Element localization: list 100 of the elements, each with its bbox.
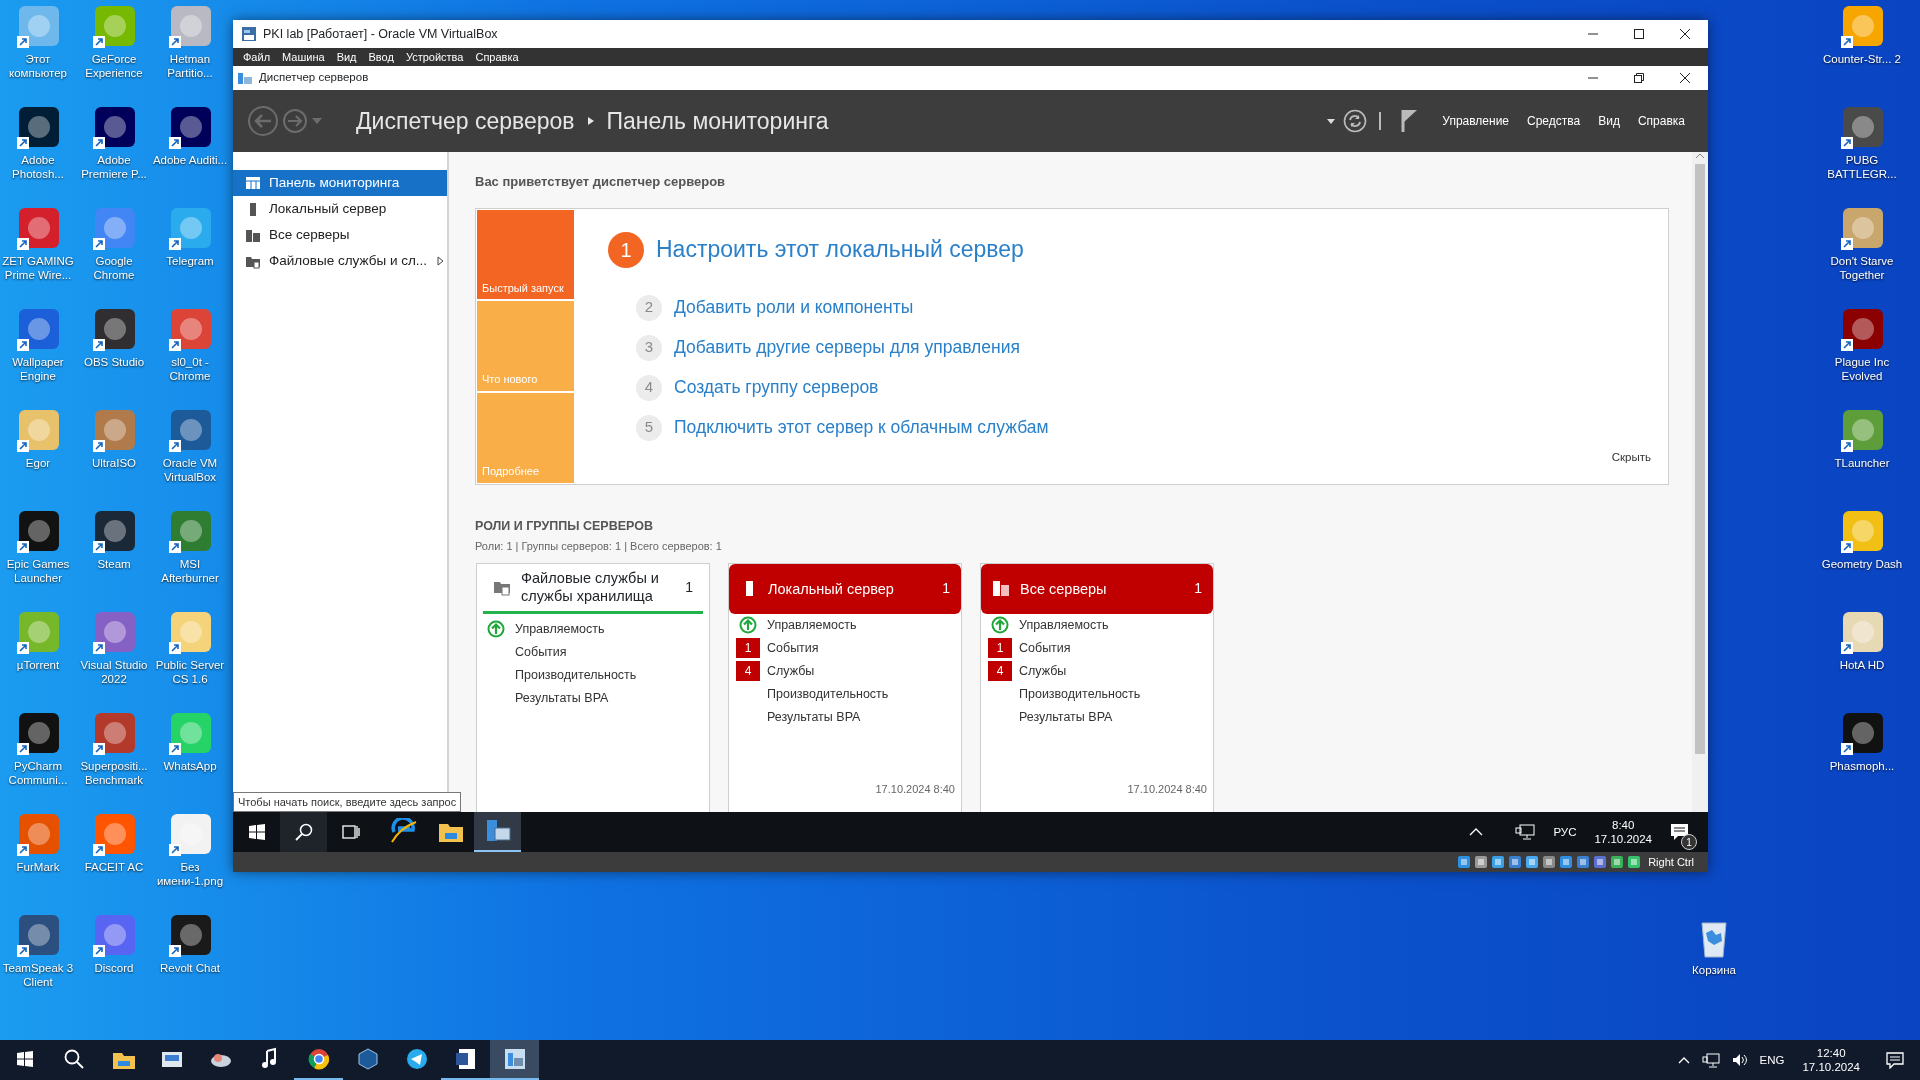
status-link[interactable]: События xyxy=(1019,638,1071,658)
menu-item[interactable]: Справка xyxy=(469,48,525,66)
status-link[interactable]: Управляемость xyxy=(515,619,605,639)
menu-item[interactable]: Вид xyxy=(1589,112,1629,130)
chevron-up-icon[interactable] xyxy=(1677,1056,1690,1064)
menu-item[interactable]: Средства xyxy=(1518,112,1590,130)
step-link[interactable]: Добавить роли и компоненты xyxy=(674,294,914,321)
menu-item[interactable]: Справка xyxy=(1628,112,1694,130)
device-status-icon[interactable] xyxy=(1474,855,1489,869)
step-link[interactable]: Настроить этот локальный сервер xyxy=(656,232,1024,267)
icon-label[interactable]: PUBG BATTLEGR... xyxy=(1814,153,1910,181)
status-link[interactable]: Службы xyxy=(767,661,815,681)
clock-date[interactable]: 17.10.2024 xyxy=(1802,1060,1860,1074)
step-link[interactable]: Создать группу серверов xyxy=(674,374,879,401)
device-status-icon[interactable] xyxy=(1525,855,1540,869)
clock-time[interactable]: 8:40 xyxy=(1594,818,1652,832)
network-icon[interactable] xyxy=(1515,824,1536,840)
step-number: 3 xyxy=(636,334,662,361)
app-icon[interactable] xyxy=(1838,4,1886,50)
app-icon[interactable] xyxy=(90,105,138,151)
language-indicator[interactable]: ENG xyxy=(1759,1053,1785,1067)
icon-label[interactable]: Geometry Dash xyxy=(1821,557,1903,571)
app-icon[interactable] xyxy=(14,105,62,151)
device-status-icon[interactable] xyxy=(1559,855,1574,869)
status-link[interactable]: Результаты BPA xyxy=(515,688,609,708)
role-card[interactable]: Все серверы 1 Управляемость 1 События 4 Службы Производительность Результаты BPA 17.10.2024 8:40 xyxy=(980,562,1214,812)
clock-time[interactable]: 12:40 xyxy=(1802,1046,1860,1060)
expand-arrow-icon[interactable] xyxy=(437,256,445,266)
status-link[interactable]: Управляемость xyxy=(767,615,857,635)
device-status-icon[interactable] xyxy=(1491,855,1506,869)
breadcrumb-item[interactable]: Диспетчер серверов xyxy=(356,103,575,139)
app-icon[interactable] xyxy=(14,913,62,959)
device-status-icon[interactable] xyxy=(1576,855,1591,869)
app-icon[interactable] xyxy=(1838,711,1886,757)
status-link[interactable]: События xyxy=(767,638,819,658)
chevron-up-icon[interactable] xyxy=(1469,828,1484,836)
sidebar-item[interactable]: Файловые службы и сл... xyxy=(233,248,447,274)
app-icon[interactable] xyxy=(1838,509,1886,555)
app-icon[interactable] xyxy=(1838,408,1886,454)
status-link[interactable]: Производительность xyxy=(515,665,637,685)
icon-label[interactable]: Don't Starve Together xyxy=(1814,254,1910,282)
count-text: 1 xyxy=(942,579,950,599)
refresh-icon[interactable] xyxy=(1343,109,1368,133)
status-link[interactable]: Производительность xyxy=(1019,684,1141,704)
step-link[interactable]: Подключить этот сервер к облачным службам xyxy=(674,414,1049,441)
menu-item[interactable]: Устройства xyxy=(399,48,470,66)
taskbar-app[interactable] xyxy=(490,1040,539,1080)
menu-item[interactable]: Ввод xyxy=(362,48,400,66)
role-card[interactable]: Файловые службы и службы хранилища 1 Управляемость События Производительность Результаты BPA xyxy=(476,562,710,812)
app-icon[interactable] xyxy=(166,105,214,151)
icon-label[interactable]: HotA HD xyxy=(1839,658,1885,672)
icon-label[interactable]: Phasmoph... xyxy=(1829,759,1895,773)
clock-date[interactable]: 17.10.2024 xyxy=(1594,832,1652,846)
step-link[interactable]: Добавить другие серверы для управления xyxy=(674,334,1020,361)
app-icon[interactable] xyxy=(90,509,138,555)
icon-label[interactable]: TLauncher xyxy=(1834,456,1890,470)
hide-link[interactable]: Скрыть xyxy=(1611,449,1651,467)
app-icon[interactable] xyxy=(90,307,138,353)
app-icon[interactable] xyxy=(1838,610,1886,656)
status-link[interactable]: Управляемость xyxy=(1019,615,1109,635)
section-heading: Вас приветствует диспетчер серверов xyxy=(475,173,727,191)
sidebar-item[interactable]: Панель мониторинга xyxy=(233,170,447,196)
app-icon[interactable] xyxy=(166,913,214,959)
device-status-icon[interactable] xyxy=(1627,855,1642,869)
app-icon[interactable] xyxy=(166,408,214,454)
sidebar-item[interactable]: Локальный сервер xyxy=(233,196,447,222)
device-status-icon[interactable] xyxy=(1508,855,1523,869)
taskbar-app[interactable] xyxy=(474,812,521,852)
count-badge: 4 xyxy=(736,661,760,682)
menu-item[interactable]: Файл xyxy=(237,48,277,66)
menu-item[interactable]: Вид xyxy=(330,48,363,66)
role-card[interactable]: Локальный сервер 1 Управляемость 1 События 4 Службы Производительность Результаты BPA 17.10.2024 8:40 xyxy=(728,562,962,812)
notification-icon[interactable] xyxy=(1886,1051,1904,1069)
icon-label[interactable]: Корзина xyxy=(1692,963,1736,977)
network-icon[interactable] xyxy=(1701,1052,1720,1068)
app-icon[interactable] xyxy=(14,711,62,757)
status-link[interactable]: Производительность xyxy=(767,684,889,704)
volume-icon[interactable] xyxy=(1731,1053,1748,1067)
search-button[interactable] xyxy=(280,812,327,852)
sidebar-item[interactable]: Все серверы xyxy=(233,222,447,248)
scroll-up-icon[interactable] xyxy=(1695,152,1705,160)
caret-icon[interactable] xyxy=(1327,118,1336,124)
icon-label[interactable]: Counter-Str... 2 xyxy=(1823,52,1901,66)
device-status-icon[interactable] xyxy=(1593,855,1608,869)
status-link[interactable]: Результаты BPA xyxy=(767,707,861,727)
language-indicator[interactable]: РУС xyxy=(1553,825,1577,839)
status-link[interactable]: Службы xyxy=(1019,661,1067,681)
status-link[interactable]: События xyxy=(515,642,567,662)
app-icon[interactable] xyxy=(1838,307,1886,353)
icon-label[interactable]: Plague Inc Evolved xyxy=(1814,355,1910,383)
status-link[interactable]: Результаты BPA xyxy=(1019,707,1113,727)
menu-item[interactable]: Машина xyxy=(276,48,331,66)
app-icon[interactable] xyxy=(1838,105,1886,151)
device-status-icon[interactable] xyxy=(1610,855,1625,869)
menu-item[interactable]: Управление xyxy=(1433,112,1519,130)
app-icon[interactable] xyxy=(14,509,62,555)
device-status-icon[interactable] xyxy=(1542,855,1557,869)
scrollbar[interactable] xyxy=(1692,152,1708,812)
device-status-icon[interactable] xyxy=(1457,855,1472,869)
app-icon[interactable] xyxy=(1838,206,1886,252)
